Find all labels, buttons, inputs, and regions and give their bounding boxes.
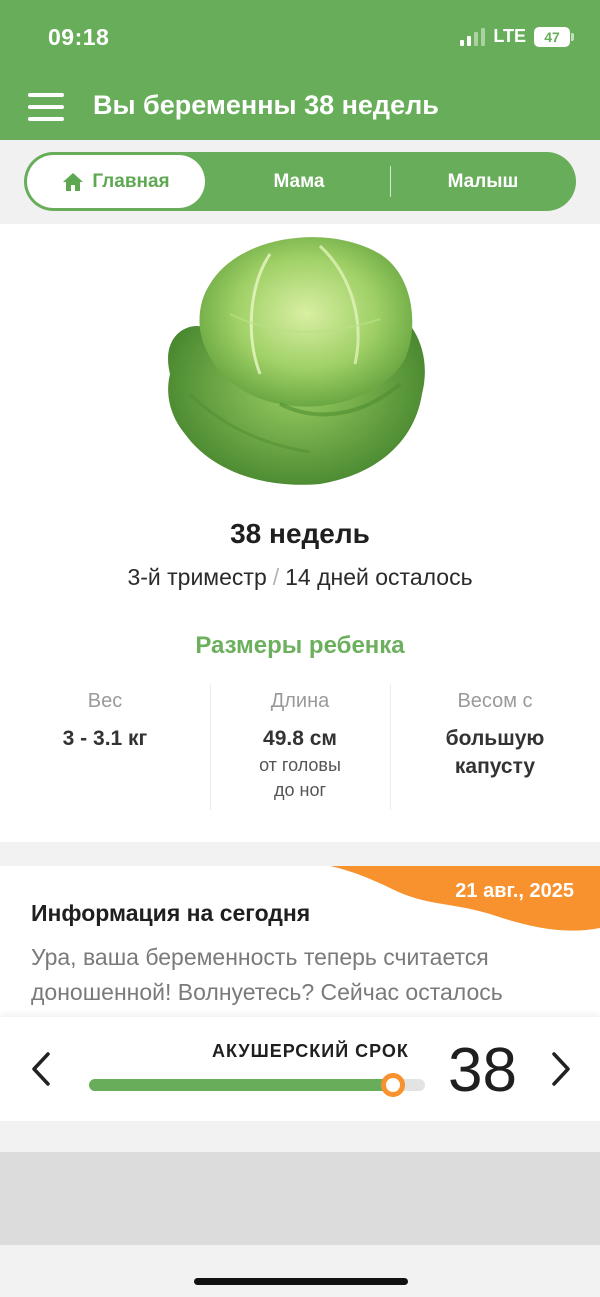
tabs-bar: Главная Мама Малыш xyxy=(0,140,600,224)
info-title: Информация на сегодня xyxy=(31,900,311,926)
week-card: 38 недель 3-й триместр/14 дней осталось … xyxy=(0,224,600,842)
tabs: Главная Мама Малыш xyxy=(24,152,576,211)
signal-icon xyxy=(460,27,486,46)
term-slider[interactable] xyxy=(89,1079,425,1091)
compare-column: Весом с большую капусту xyxy=(390,690,600,781)
info-date: 21 авг., 2025 xyxy=(455,880,574,902)
compare-value: большую капусту xyxy=(390,725,600,781)
tab-baby[interactable]: Малыш xyxy=(392,152,574,211)
chevron-right-icon[interactable] xyxy=(548,1050,574,1088)
header: 09:18 LTE 47 Вы беременны 38 недель xyxy=(0,0,600,140)
baby-sizes-title: Размеры ребенка xyxy=(195,632,405,659)
tab-divider xyxy=(390,166,391,197)
bottom-placeholder xyxy=(0,1152,600,1245)
trimester-label: 3-й триместр xyxy=(127,564,267,590)
battery-icon: 47 xyxy=(534,26,574,47)
length-value: 49.8 см xyxy=(263,727,337,750)
network-label: LTE xyxy=(493,26,526,46)
compare-value-line1: большую xyxy=(445,727,545,750)
weight-value: 3 - 3.1 кг xyxy=(62,727,148,750)
compare-label: Весом с xyxy=(457,690,533,712)
weight-column: Вес 3 - 3.1 кг xyxy=(0,690,210,753)
week-number: 38 xyxy=(448,1036,517,1105)
status-indicators: LTE 47 xyxy=(460,26,574,47)
term-slider-thumb[interactable] xyxy=(381,1073,405,1097)
term-bar: АКУШЕРСКИЙ СРОК 38 xyxy=(0,1017,600,1121)
today-info-card[interactable]: 21 авг., 2025 Информация на сегодня Ура,… xyxy=(0,866,600,1026)
term-slider-fill xyxy=(89,1079,393,1091)
length-note-line1: от головы xyxy=(259,755,341,775)
length-note-line2: до ног xyxy=(273,780,327,800)
compare-value-line2: капусту xyxy=(454,755,536,778)
week-title: 38 недель xyxy=(230,518,370,549)
term-label: АКУШЕРСКИЙ СРОК xyxy=(212,1041,409,1061)
menu-icon[interactable] xyxy=(28,93,64,121)
days-left-label: 14 дней осталось xyxy=(285,564,473,590)
week-subtitle: 3-й триместр/14 дней осталось xyxy=(0,564,600,591)
weight-label: Вес xyxy=(87,690,123,712)
app-screen: 09:18 LTE 47 Вы беременны 38 недель Глав… xyxy=(0,0,600,1297)
length-column: Длина 49.8 см от головы до ног xyxy=(210,690,390,803)
separator: / xyxy=(272,564,280,590)
chevron-left-icon[interactable] xyxy=(28,1050,54,1088)
home-indicator[interactable] xyxy=(194,1278,408,1285)
tab-mama[interactable]: Мама xyxy=(210,152,388,211)
tab-home-label: Главная xyxy=(92,170,170,192)
cabbage-image xyxy=(168,237,425,485)
tab-home[interactable]: Главная xyxy=(27,155,205,208)
home-icon xyxy=(63,172,84,191)
info-text: Ура, ваша беременность теперь считается … xyxy=(31,944,503,1005)
page-title: Вы беременны 38 недель xyxy=(93,90,439,120)
length-label: Длина xyxy=(270,690,330,712)
status-time: 09:18 xyxy=(48,24,110,50)
